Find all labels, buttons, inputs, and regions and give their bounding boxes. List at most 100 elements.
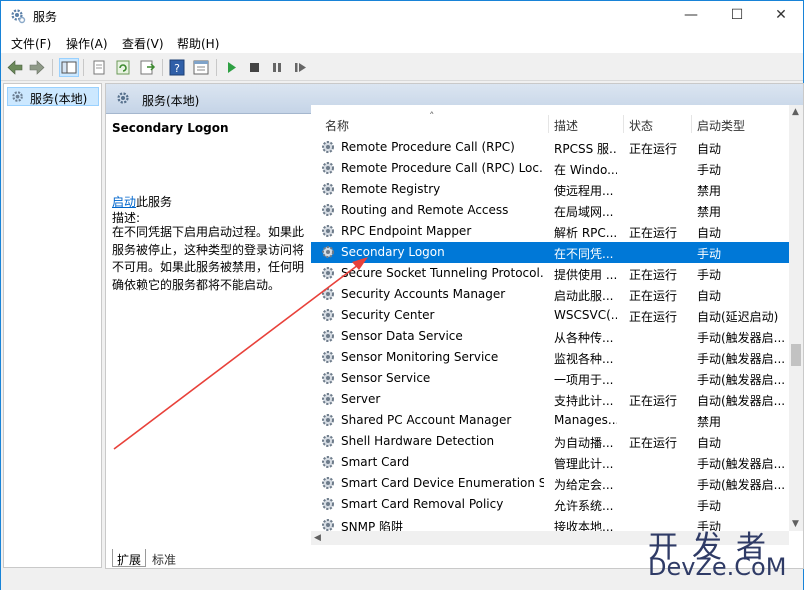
properties-icon[interactable] [89,58,109,77]
service-startup-type: 手动(触发器启... [697,331,786,345]
service-description: 从各种传... [554,331,614,345]
service-description: 解析 RPC... [554,226,617,240]
service-startup-type: 手动(触发器启... [697,373,786,387]
services-gear-icon [11,90,26,108]
service-row[interactable]: Smart Card Removal Policy 允许系统... 手动 [311,494,789,515]
service-description: 为自动播... [554,436,614,450]
vertical-scrollbar[interactable]: ▲ ▼ [789,105,803,531]
service-row[interactable]: Sensor Monitoring Service 监视各种... 手动(触发器启.… [311,347,789,368]
service-row[interactable]: Secure Socket Tunneling Protocol... 提供使用 … [311,263,789,284]
service-row[interactable]: Shared PC Account Manager Manages... 禁用 [311,410,789,431]
menu-view[interactable]: 查看(V) [122,35,164,52]
minimize-icon[interactable]: — [668,1,714,31]
service-row[interactable]: Security Center WSCSVC(... 正在运行 自动(延迟启动) [311,305,789,326]
service-row[interactable]: RPC Endpoint Mapper 解析 RPC... 正在运行 自动 [311,221,789,242]
help-icon[interactable]: ? [167,58,187,77]
service-startup-type: 手动(触发器启... [697,478,786,492]
service-row[interactable]: Remote Procedure Call (RPC) RPCSS 服... 正在运… [311,137,789,158]
service-startup-type: 自动 [697,226,722,240]
vertical-scroll-thumb[interactable] [791,344,801,366]
scroll-up-icon[interactable]: ▲ [792,107,799,117]
scroll-left-icon[interactable]: ◀ [314,533,321,543]
service-row[interactable]: Remote Registry 使远程用... 禁用 [311,179,789,200]
service-status: 正在运行 [629,394,678,408]
service-description: 支持此计... [554,394,614,408]
service-row[interactable]: Secondary Logon 在不同凭... 手动 [311,242,789,263]
stop-icon[interactable] [244,58,264,77]
service-row[interactable]: Security Accounts Manager 启动此服... 正在运行 自动 [311,284,789,305]
menu-file[interactable]: 文件(F) [11,35,51,52]
column-divider[interactable] [691,115,692,133]
services-gear-icon [10,8,26,24]
toolbar-separator [162,59,163,76]
service-name: Routing and Remote Access [341,203,509,217]
service-name: Remote Procedure Call (RPC) [341,140,515,154]
description-text: 在不同凭据下启用启动过程。如果此服务被停止，这种类型的登录访问将不可用。如果此服… [112,225,305,292]
restart-icon[interactable] [290,58,310,77]
search-gear-icon [116,91,133,111]
column-divider[interactable] [623,115,624,133]
service-description: 监视各种... [554,352,614,366]
service-row[interactable]: Routing and Remote Access 在局域网... 禁用 [311,200,789,221]
svg-text:?: ? [174,62,180,75]
column-divider[interactable] [548,115,549,133]
tree-item-services-local[interactable]: 服务(本地) [7,87,99,106]
column-header-status[interactable]: 状态 [629,117,653,134]
view-icon[interactable] [191,58,211,77]
service-name: Security Center [341,308,435,322]
column-header-name[interactable]: 名称 [325,117,349,134]
start-icon[interactable] [221,58,241,77]
service-status: 正在运行 [629,226,678,240]
service-startup-type: 自动 [697,142,722,156]
service-gear-icon [320,181,337,198]
show-tree-icon[interactable] [59,58,79,77]
service-gear-icon [320,307,337,324]
service-status: 正在运行 [629,268,678,282]
service-row[interactable]: Sensor Service 一项用于... 手动(触发器启... [311,368,789,389]
horizontal-scrollbar[interactable]: ◀ [311,531,789,545]
service-name: Sensor Data Service [341,329,463,343]
service-description: 管理此计... [554,457,614,471]
toolbar-separator [216,59,217,76]
export-icon[interactable] [137,58,157,77]
tab-extended[interactable]: 扩展 [112,549,147,567]
service-row[interactable]: Server 支持此计... 正在运行 自动(触发器启... [311,389,789,410]
view-tabs: 扩展 标准 [106,548,803,568]
tab-standard[interactable]: 标准 [148,549,180,567]
pause-icon[interactable] [267,58,287,77]
column-header-startup-type[interactable]: 启动类型 [697,117,745,134]
service-gear-icon [320,160,337,177]
service-name: Sensor Service [341,371,431,385]
toolbar-separator [83,59,84,76]
title-bar: 服务 — ☐ ✕ [1,1,803,31]
close-icon[interactable]: ✕ [758,1,804,31]
service-gear-icon [320,412,337,429]
start-service-suffix: 此服务 [136,195,173,209]
scroll-down-icon[interactable]: ▼ [792,519,799,529]
service-row[interactable]: Remote Procedure Call (RPC) Loc... 在 Wind… [311,158,789,179]
service-name: Sensor Monitoring Service [341,350,499,364]
service-gear-icon [320,244,337,261]
service-row[interactable]: Smart Card 管理此计... 手动(触发器启... [311,452,789,473]
forward-icon[interactable] [27,58,47,77]
back-icon[interactable] [5,58,25,77]
column-header-description[interactable]: 描述 [554,117,578,134]
service-status: 正在运行 [629,310,678,324]
start-service-link[interactable]: 启动 [112,195,136,209]
service-description: Manages... [554,413,617,427]
service-status: 正在运行 [629,436,678,450]
menu-action[interactable]: 操作(A) [66,35,108,52]
maximize-icon[interactable]: ☐ [714,1,760,31]
service-startup-type: 手动 [697,268,722,282]
service-description: 使远程用... [554,184,614,198]
service-row[interactable]: Shell Hardware Detection 为自动播... 正在运行 自动 [311,431,789,452]
service-row[interactable]: Sensor Data Service 从各种传... 手动(触发器启... [311,326,789,347]
service-name: Smart Card Removal Policy [341,497,504,511]
menu-help[interactable]: 帮助(H) [177,35,219,52]
service-startup-type: 自动(延迟启动) [697,310,779,324]
service-gear-icon [320,349,337,366]
service-startup-type: 自动(触发器启... [697,394,786,408]
refresh-icon[interactable] [113,58,133,77]
service-row[interactable]: Smart Card Device Enumeration S... 为给定会..… [311,473,789,494]
service-description: 在局域网... [554,205,614,219]
